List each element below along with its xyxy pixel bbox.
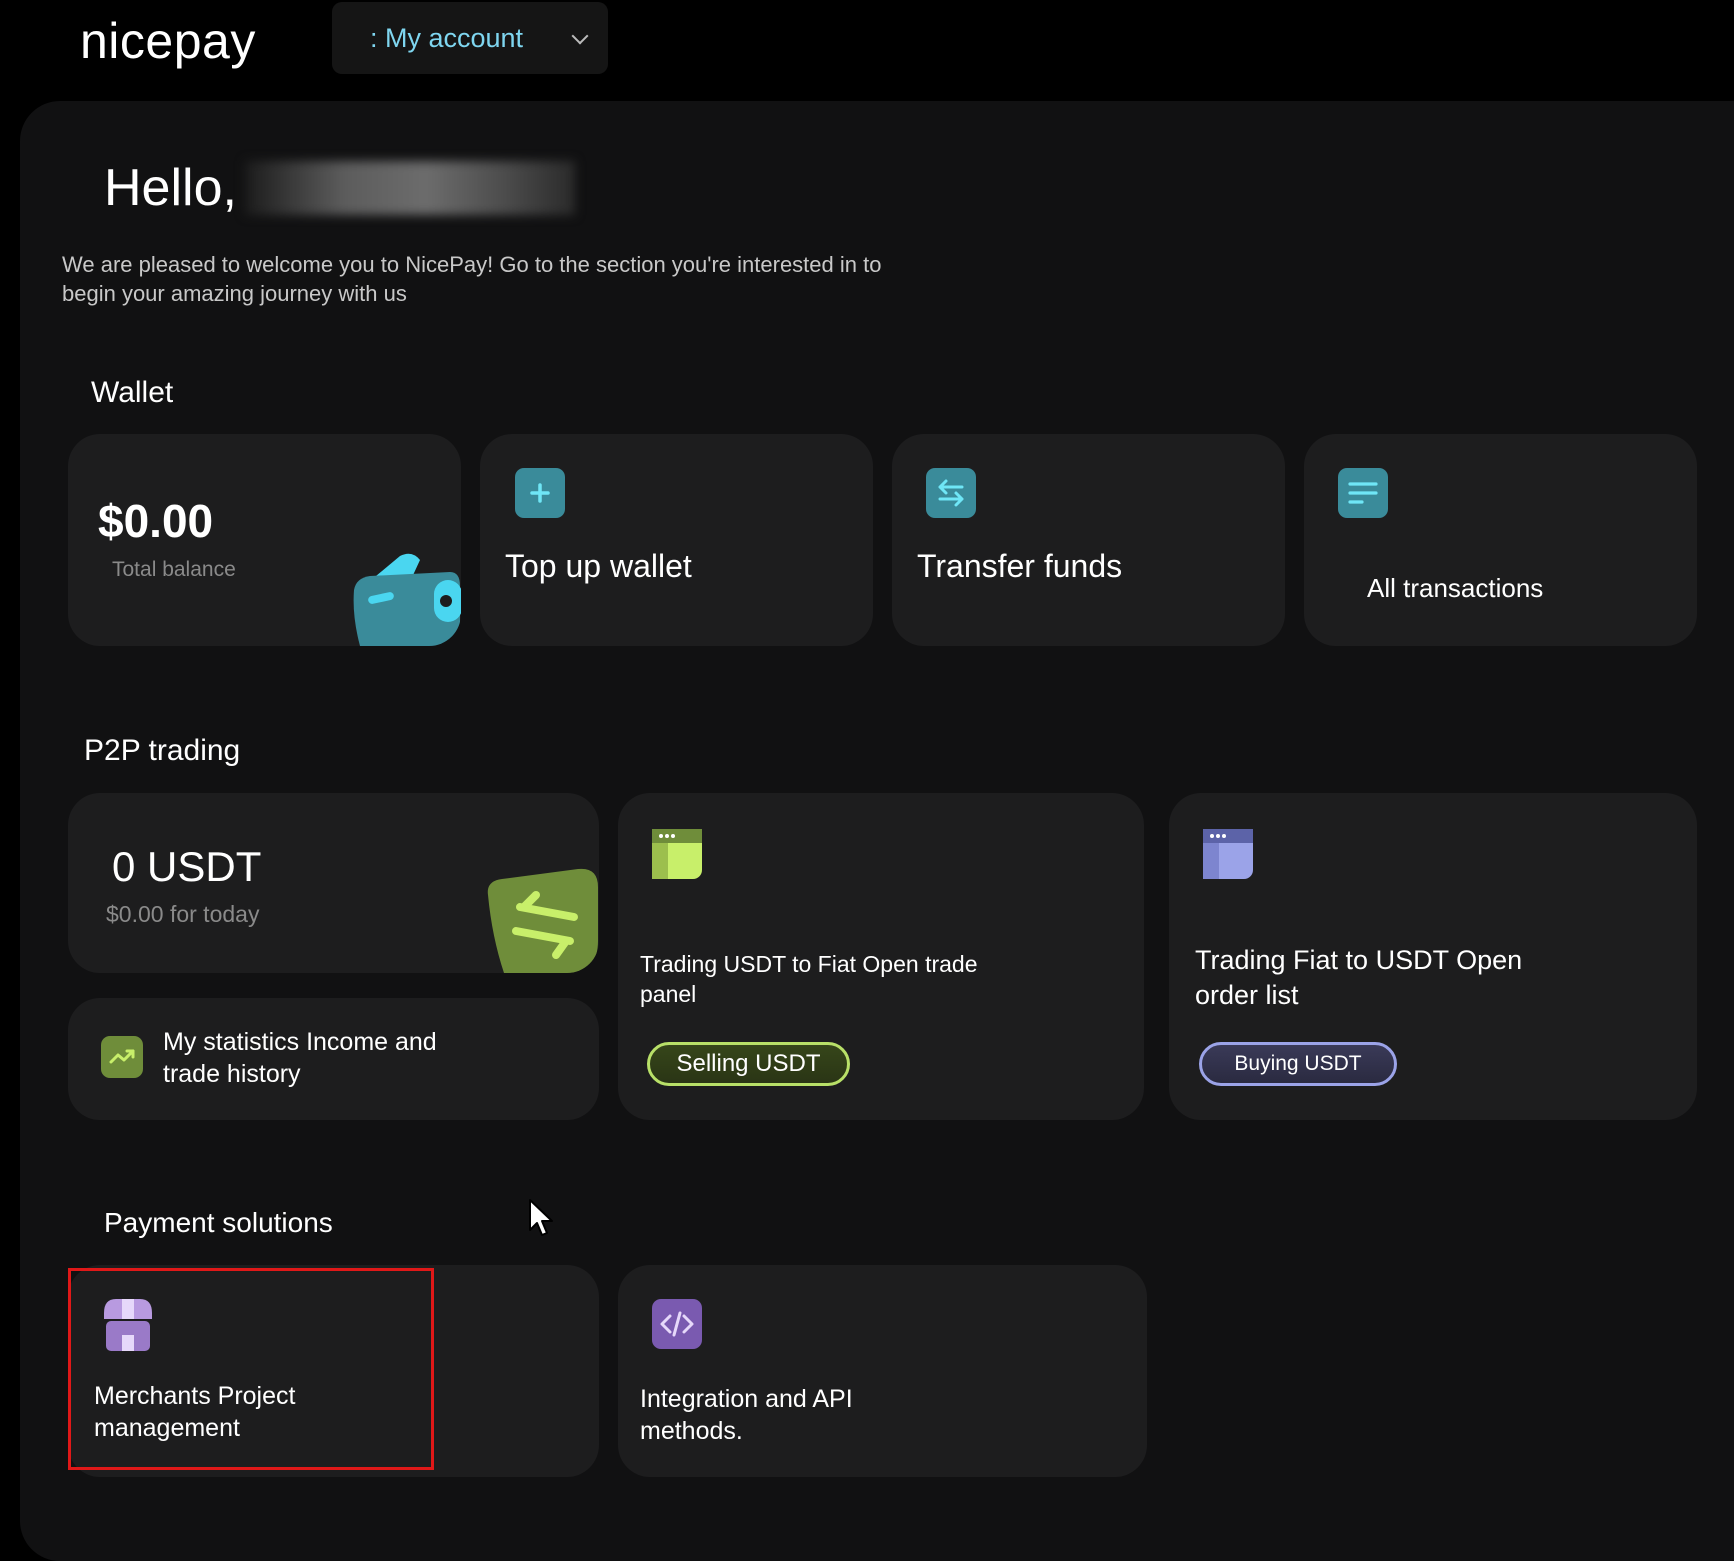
- nicepay-logo[interactable]: nicepay: [80, 12, 256, 70]
- buying-usdt-button[interactable]: Buying USDT: [1199, 1042, 1397, 1086]
- selling-usdt-card[interactable]: Trading USDT to Fiat Open trade panel Se…: [618, 793, 1144, 1120]
- exchange-arrows-illustration: [487, 868, 598, 973]
- selling-usdt-button[interactable]: Selling USDT: [647, 1042, 850, 1086]
- all-transactions-card[interactable]: All transactions: [1304, 434, 1697, 646]
- top-up-label: Top up wallet: [505, 548, 692, 584]
- buying-usdt-card[interactable]: Trading Fiat to USDT Open order list Buy…: [1169, 793, 1697, 1120]
- selling-description: Trading USDT to Fiat Open trade panel: [640, 951, 978, 1007]
- integration-label: Integration and API methods.: [640, 1385, 853, 1445]
- integration-api-card[interactable]: Integration and API methods.: [618, 1265, 1147, 1477]
- wallet-section-title: Wallet: [91, 376, 174, 409]
- usdt-value: 0 USDT: [112, 843, 262, 890]
- all-transactions-label: All transactions: [1367, 573, 1544, 603]
- my-statistics-label: My statistics Income and trade history: [163, 1028, 437, 1088]
- account-dropdown[interactable]: : My account: [332, 2, 608, 74]
- trend-up-icon: [101, 1036, 143, 1078]
- transfer-funds-label: Transfer funds: [917, 548, 1123, 584]
- redacted-username: [244, 161, 575, 215]
- top-up-wallet-card[interactable]: Top up wallet: [480, 434, 873, 646]
- chevron-down-icon: [571, 27, 589, 45]
- payment-section-title: Payment solutions: [104, 1207, 333, 1238]
- merchants-project-card[interactable]: Merchants Project management: [68, 1265, 599, 1477]
- mouse-cursor-icon: [529, 1199, 553, 1236]
- transfer-funds-card[interactable]: Transfer funds: [892, 434, 1285, 646]
- browser-window-icon: [1203, 829, 1253, 879]
- buying-description: Trading Fiat to USDT Open order list: [1195, 945, 1523, 1010]
- account-dropdown-label: : My account: [370, 22, 524, 53]
- wallet-illustration: [353, 553, 461, 646]
- greeting-hello: Hello,: [104, 159, 237, 217]
- merchants-label: Merchants Project management: [94, 1382, 296, 1442]
- code-icon: [652, 1299, 702, 1349]
- usdt-today: $0.00 for today: [106, 901, 260, 927]
- balance-label: Total balance: [112, 558, 236, 581]
- greeting: Hello,: [104, 158, 575, 218]
- list-icon: [1338, 468, 1388, 518]
- my-statistics-card[interactable]: My statistics Income and trade history: [68, 998, 599, 1120]
- p2p-section-title: P2P trading: [84, 734, 241, 767]
- usdt-balance-card: 0 USDT $0.00 for today: [68, 793, 599, 973]
- plus-icon: [515, 468, 565, 518]
- browser-window-icon: [652, 829, 702, 879]
- welcome-text: We are pleased to welcome you to NicePay…: [62, 252, 882, 306]
- store-icon: [104, 1299, 152, 1351]
- transfer-arrows-icon: [926, 468, 976, 518]
- total-balance-card: $0.00 Total balance: [68, 434, 461, 646]
- balance-amount: $0.00: [98, 495, 214, 547]
